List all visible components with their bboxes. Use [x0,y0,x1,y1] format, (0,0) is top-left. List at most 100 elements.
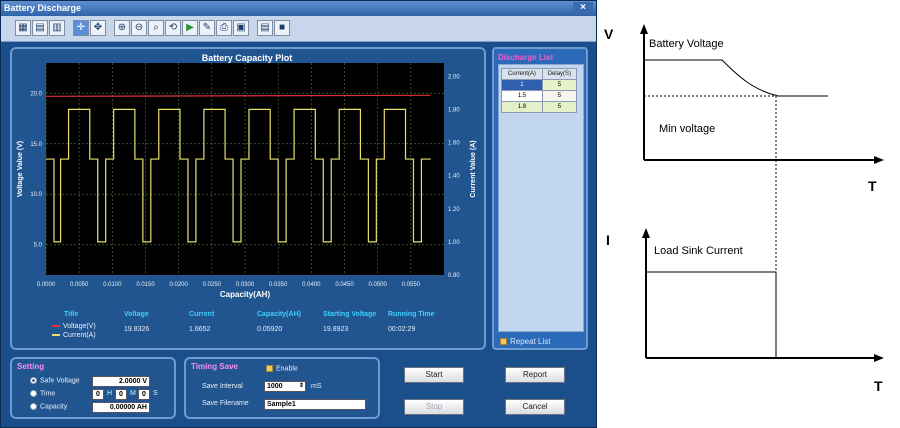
time-axis-top-arrow-icon [874,156,884,164]
checkbox-icon[interactable] [266,365,273,372]
timing-save-panel: Timing Save Enable Save Interval 1000 ⇕ m… [184,357,380,419]
zoom-fit-icon[interactable]: ⌕ [148,20,164,36]
row-current: 1.5 [501,90,543,102]
checkbox-icon[interactable] [500,338,507,346]
enable-checkbox[interactable]: Enable [266,365,298,372]
x-tick-label: 0.0050 [70,282,89,288]
time-axis-bottom-arrow-icon [874,354,884,362]
time-minutes-field[interactable]: 0 [115,389,127,400]
legend-starting-voltage-value: 19.8923 [323,326,349,333]
report-button[interactable]: Report [505,367,565,383]
discharge-diagram: V Battery Voltage Min voltage T I Load S… [598,0,900,428]
save-filename-label: Save Filename [202,400,249,407]
voltage-axis-arrow-icon [640,24,648,34]
load-sink-current-label: Load Sink Current [654,245,743,257]
radio-selected-icon[interactable] [30,377,37,384]
chart-current-icon[interactable]: ▥ [49,20,65,36]
zoom-reset-icon[interactable]: ⟲ [165,20,181,36]
y-right-tick-label: 1.60 [448,141,460,147]
legend-header-running-time: Running Time [388,311,435,318]
voltage-curve [644,59,828,97]
legend-header-capacity: Capacity(AH) [257,311,301,318]
close-button[interactable]: × [573,2,593,14]
cancel-button[interactable]: Cancel [505,399,565,415]
pan-icon[interactable]: ✥ [90,20,106,36]
legend-header-voltage: Voltage [124,311,149,318]
interval-unit: mS [311,383,322,390]
repeat-list-label: Repeat List [510,337,551,346]
timing-save-title: Timing Save [191,362,238,371]
row-current: 1 [501,79,543,91]
legend-voltage-label: Voltage(V) [63,323,96,330]
current-swatch [52,334,60,337]
safe-voltage-radio[interactable]: Safe Voltage [30,377,80,384]
save-filename-field[interactable]: Sample1 [264,399,366,410]
safe-voltage-field[interactable]: 2.0000 V [92,376,150,387]
row-delay: 5 [541,79,578,91]
save-disk-icon[interactable]: ■ [274,20,290,36]
legend-current-value: 1.6652 [189,326,211,333]
i-axis-label: I [606,232,610,248]
radio-icon[interactable] [30,390,37,397]
repeat-list-checkbox[interactable]: Repeat List [500,337,550,346]
x-tick-label: 0.0350 [269,282,288,288]
erase-icon[interactable]: ✎ [199,20,215,36]
radio-icon[interactable] [30,403,37,410]
x-tick-label: 0.0500 [368,282,387,288]
discharge-list-table[interactable]: Current(A) Delay(S) 15 1.5 5 1.8 5 [498,64,584,332]
plot-panel: Battery Capacity Plot 0.0000 0.0050 0.0100… [10,47,486,350]
y-right-tick-label: 1.00 [448,240,460,246]
save-interval-field[interactable]: 1000 ⇕ [264,381,306,392]
voltage-swatch [52,325,60,328]
x-tick-label: 0.0450 [335,282,354,288]
legend-voltage-series: Voltage(V) [52,323,96,330]
window-title-bar: Battery Discharge × [1,1,596,16]
y-left-tick-label: 20.0 [30,91,42,97]
capacity-label: Capacity [40,403,68,411]
zoom-in-icon[interactable]: ⊕ [114,20,130,36]
y-right-tick-label: 2.00 [448,74,460,80]
table-row[interactable]: 15 [501,79,578,91]
legend-current-series: Current(A) [52,332,96,339]
print-icon[interactable]: ⎙ [216,20,232,36]
time-radio[interactable]: Time [30,390,55,397]
x-tick-label: 0.0400 [302,282,321,288]
time-seconds-field[interactable]: 0 [138,389,150,400]
chart-voltage-icon[interactable]: ▤ [32,20,48,36]
spinner-icon[interactable]: ⇕ [299,382,304,391]
crosshair-icon[interactable]: ✛ [73,20,89,36]
chart-view-icon[interactable]: ▦ [15,20,31,36]
stop-button[interactable]: Stop [404,399,464,415]
col-current[interactable]: Current(A) [501,68,543,80]
y-right-tick-label: 1.20 [448,207,460,213]
open-file-icon[interactable]: ▤ [257,20,273,36]
row-delay: 5 [541,90,578,102]
battery-voltage-label: Battery Voltage [649,38,724,50]
save-interval-value: 1000 [267,383,283,390]
time-hours-field[interactable]: 0 [92,389,104,400]
table-row[interactable]: 1.8 5 [501,101,578,113]
capacity-field[interactable]: 0.00000 AH [92,402,150,413]
t-axis-label-bottom: T [874,378,883,394]
y-left-tick-label: 5.0 [34,243,43,249]
play-icon[interactable]: ▶ [182,20,198,36]
col-delay[interactable]: Delay(S) [541,68,578,80]
start-button[interactable]: Start [404,367,464,383]
plot-legend: Title Voltage Current Capacity(AH) Start… [24,311,474,351]
legend-header-starting-voltage: Starting Voltage [323,311,377,318]
capacity-radio[interactable]: Capacity [30,403,67,410]
x-tick-label: 0.0100 [103,282,122,288]
discharge-list-panel: Discharge List Current(A) Delay(S) 15 1.5… [492,47,588,350]
table-row[interactable]: 1.5 5 [501,90,578,102]
y-right-tick-label: 1.40 [448,174,460,180]
safe-voltage-label: Safe Voltage [40,377,80,385]
save-icon[interactable]: ▣ [233,20,249,36]
row-delay: 5 [541,101,578,113]
legend-voltage-value: 19.8326 [124,326,150,333]
t-axis-label-top: T [868,178,877,194]
zoom-out-icon[interactable]: ⊖ [131,20,147,36]
seconds-unit: S [153,390,158,397]
x-tick-label: 0.0300 [236,282,255,288]
time-label: Time [40,390,56,398]
load-current-curve [646,271,777,358]
